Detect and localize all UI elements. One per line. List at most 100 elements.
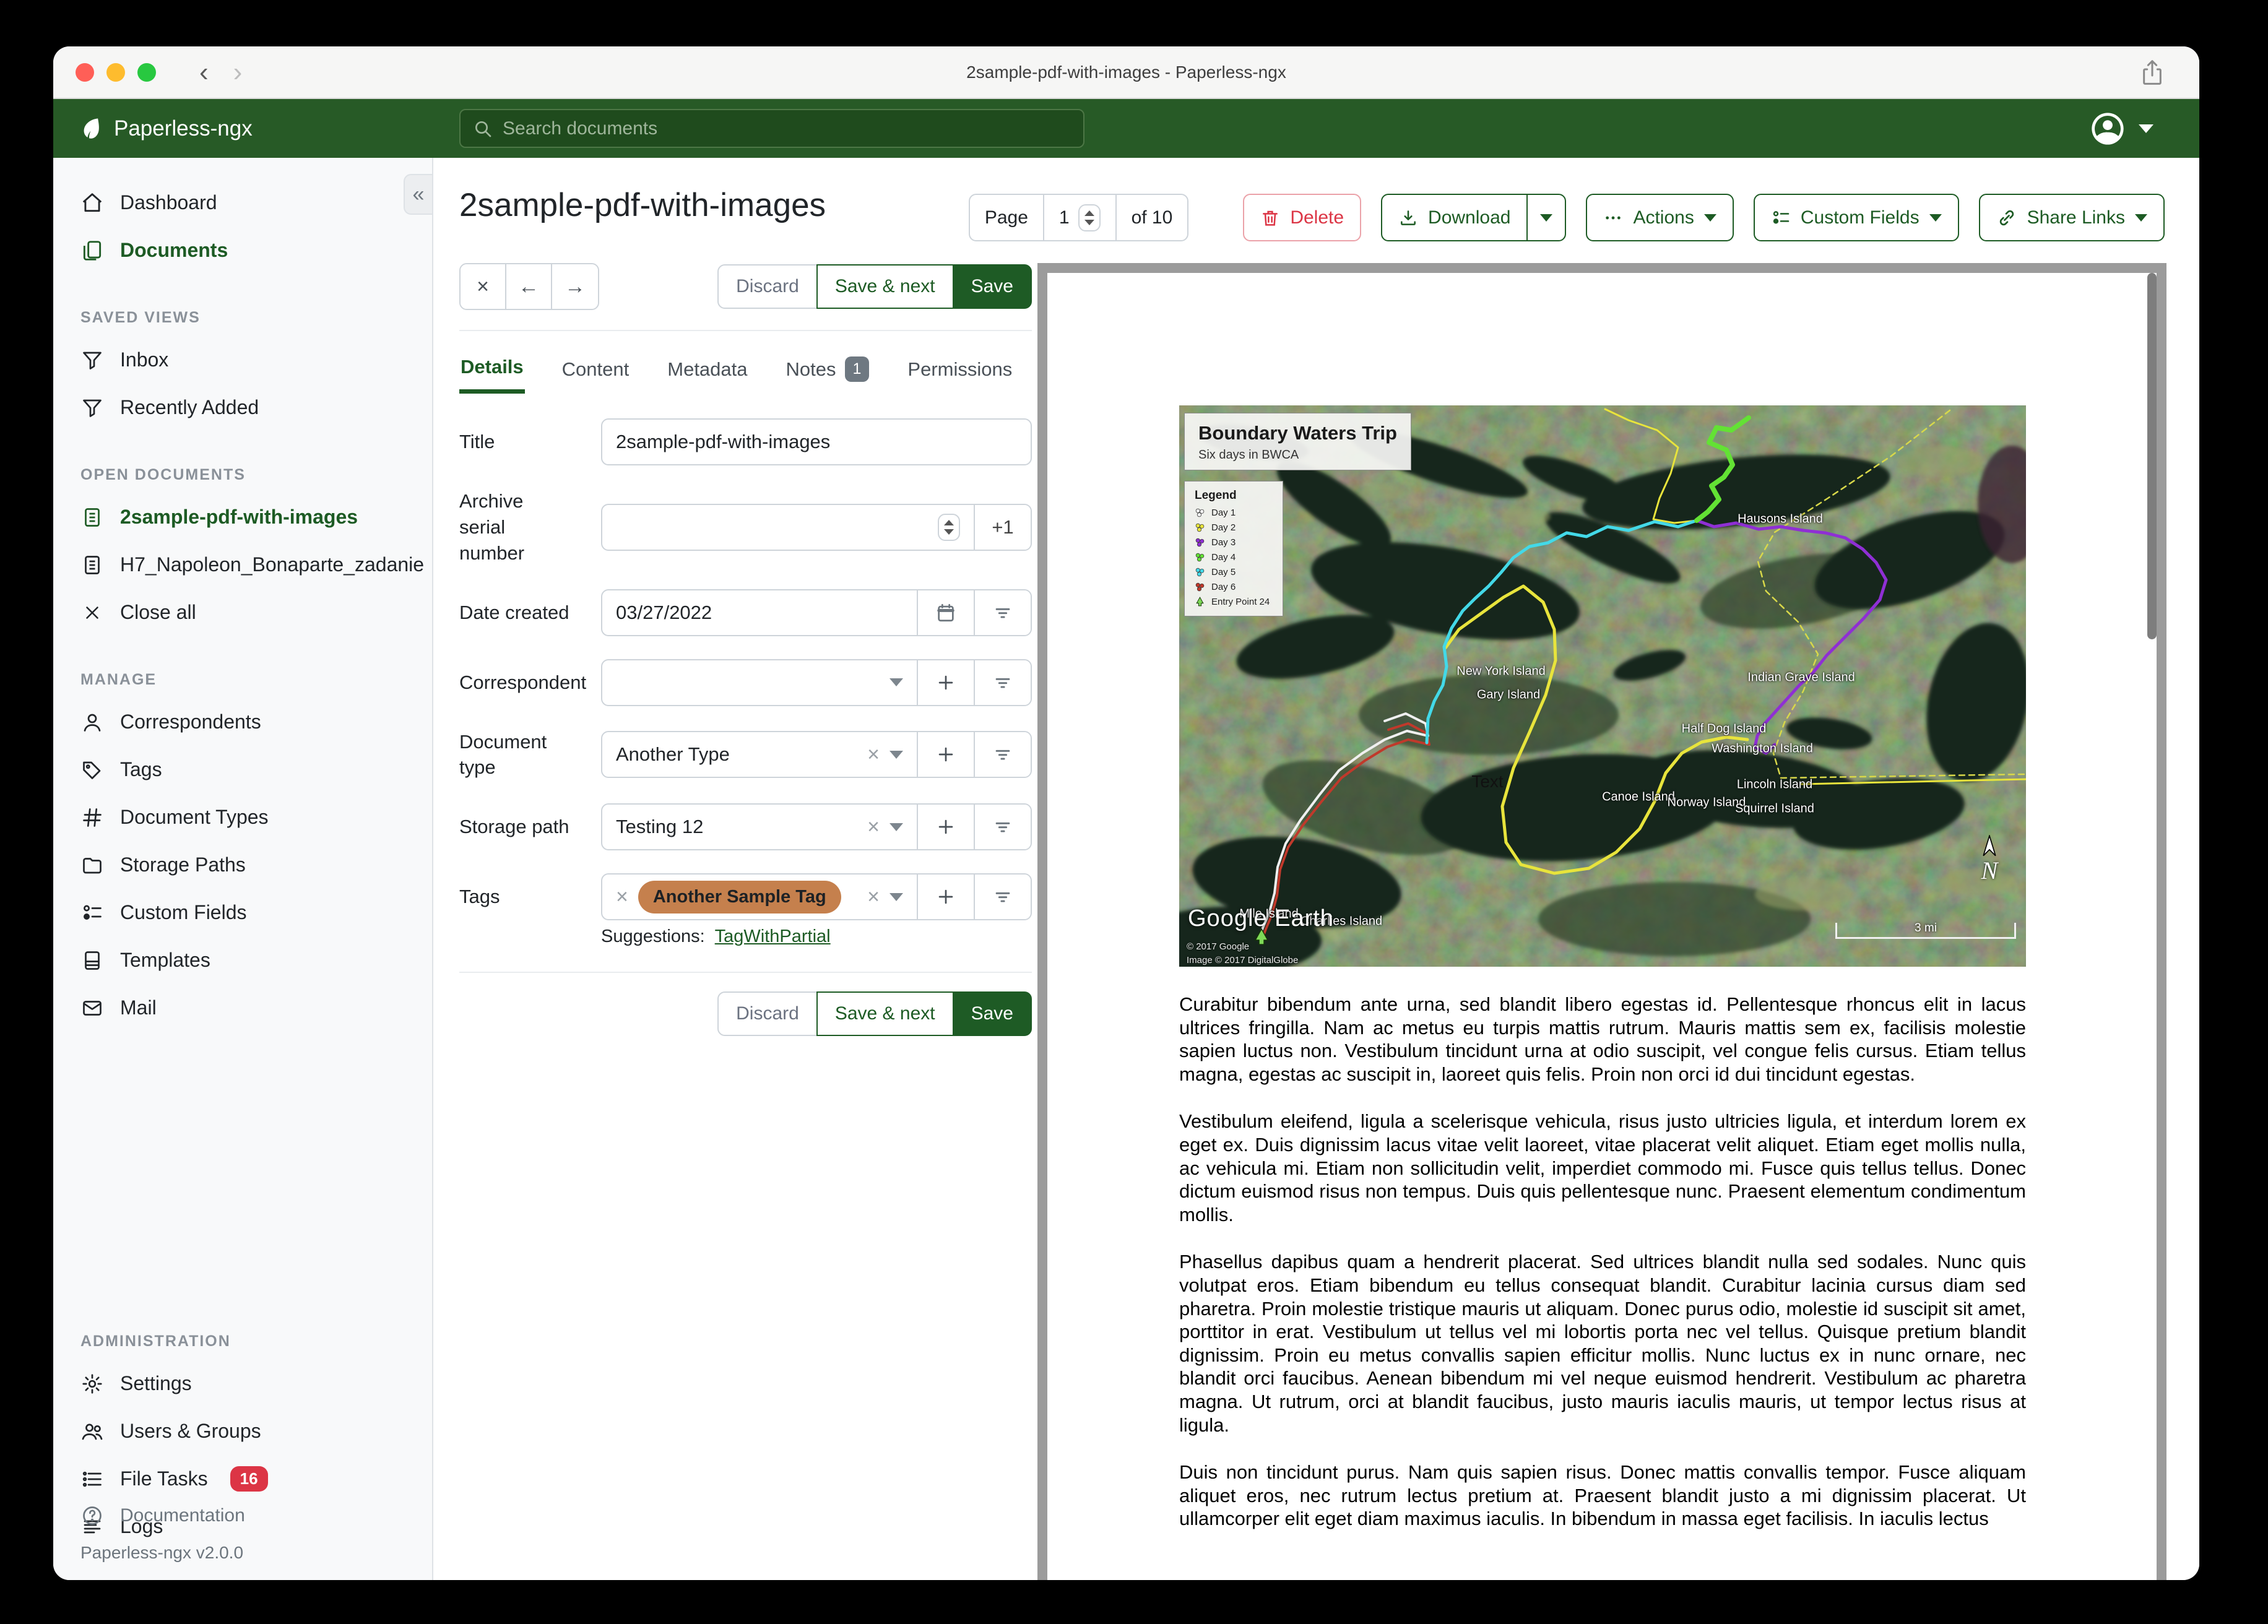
date-filter-button[interactable]: [974, 590, 1031, 635]
tag-chip[interactable]: Another Sample Tag: [638, 880, 841, 914]
asn-increment-button[interactable]: +1: [974, 504, 1031, 550]
sidebar-item-users-groups[interactable]: Users & Groups: [53, 1407, 432, 1455]
save-button[interactable]: Save: [952, 264, 1032, 309]
map-figure: Hausons Island New York Island Gary Isla…: [1179, 405, 2026, 967]
route-dots-icon: [1195, 522, 1205, 533]
tab-permissions[interactable]: Permissions: [906, 347, 1013, 394]
sidebar-item-storage-paths[interactable]: Storage Paths: [53, 841, 432, 889]
discard-button-bottom[interactable]: Discard: [717, 991, 818, 1037]
main-content: 2sample-pdf-with-images Page 1 of 10 Del…: [433, 158, 2199, 1580]
remove-tag-icon[interactable]: ×: [616, 886, 628, 907]
add-correspondent-button[interactable]: [917, 660, 974, 705]
storage-path-filter-button[interactable]: [974, 805, 1031, 850]
document-type-label: Document type: [459, 730, 547, 779]
sidebar-item-recently-added[interactable]: Recently Added: [53, 384, 432, 431]
calendar-button[interactable]: [917, 590, 974, 635]
tab-metadata[interactable]: Metadata: [666, 347, 748, 394]
legend-item: Day 2: [1195, 522, 1273, 533]
save-and-next-button-bottom[interactable]: Save & next: [816, 991, 954, 1037]
sidebar-item-templates[interactable]: Templates: [53, 936, 432, 984]
search-input[interactable]: [503, 118, 1071, 139]
suggestion-link[interactable]: TagWithPartial: [715, 926, 831, 947]
page-title: 2sample-pdf-with-images: [459, 187, 826, 223]
sidebar-item-correspondents[interactable]: Correspondents: [53, 698, 432, 746]
save-button-bottom[interactable]: Save: [952, 991, 1032, 1037]
sidebar-item-documentation[interactable]: Documentation: [53, 1492, 432, 1539]
sidebar-item-inbox[interactable]: Inbox: [53, 336, 432, 384]
map-copyright: © 2017 Google: [1187, 941, 1250, 952]
actions-button[interactable]: Actions: [1586, 194, 1734, 241]
plus-icon: [938, 748, 953, 762]
avatar[interactable]: [2090, 111, 2125, 146]
legend-item: Entry Point 24: [1195, 597, 1273, 607]
page-number-field[interactable]: 1: [1042, 195, 1115, 240]
download-split-caret[interactable]: [1526, 195, 1565, 240]
asn-stepper[interactable]: [938, 513, 960, 541]
sidebar-item-close-all[interactable]: Close all: [53, 589, 432, 636]
sidebar-item-mail[interactable]: Mail: [53, 984, 432, 1032]
sidebar-item-document-types[interactable]: Document Types: [53, 793, 432, 841]
sidebar-item-custom-fields[interactable]: Custom Fields: [53, 889, 432, 936]
add-storage-path-button[interactable]: [917, 805, 974, 850]
chevron-down-icon: [889, 750, 903, 759]
download-button[interactable]: Download: [1381, 194, 1567, 241]
correspondent-filter-button[interactable]: [974, 660, 1031, 705]
date-created-input[interactable]: [616, 601, 903, 624]
browser-forward-icon[interactable]: ›: [233, 58, 243, 85]
tab-notes[interactable]: Notes 1: [785, 347, 871, 394]
asn-input[interactable]: [616, 516, 928, 538]
custom-fields-button[interactable]: Custom Fields: [1753, 194, 1959, 241]
clear-icon[interactable]: ×: [867, 816, 880, 837]
share-links-button[interactable]: Share Links: [1978, 194, 2165, 241]
sidebar-item-settings[interactable]: Settings: [53, 1360, 432, 1407]
brand-label: Paperless-ngx: [114, 116, 253, 140]
next-document-button[interactable]: →: [552, 264, 598, 309]
add-document-type-button[interactable]: [917, 732, 974, 777]
brand[interactable]: Paperless-ngx: [77, 116, 253, 142]
sidebar-collapse-button[interactable]: «: [404, 174, 432, 215]
save-and-next-button[interactable]: Save & next: [816, 264, 954, 309]
custom-fields-icon: [1773, 210, 1790, 224]
add-tag-button[interactable]: [917, 875, 974, 920]
share-icon[interactable]: [2140, 59, 2165, 86]
sidebar-item-dashboard[interactable]: Dashboard: [53, 179, 432, 227]
page-stepper[interactable]: [1078, 204, 1101, 231]
close-document-button[interactable]: ×: [461, 264, 506, 309]
discard-button[interactable]: Discard: [717, 264, 818, 309]
storage-path-select[interactable]: Testing 12 ×: [602, 805, 917, 849]
close-window-button[interactable]: [76, 63, 94, 82]
filter-icon: [995, 823, 1010, 832]
previous-document-button[interactable]: ←: [506, 264, 552, 309]
correspondent-select[interactable]: [602, 660, 917, 705]
clear-icon[interactable]: ×: [867, 886, 880, 907]
search-bar[interactable]: [459, 109, 1084, 148]
filter-icon: [995, 678, 1010, 688]
tags-select[interactable]: × Another Sample Tag ×: [602, 875, 917, 919]
sidebar-item-documents[interactable]: Documents: [53, 227, 432, 274]
link-icon: [1999, 210, 2014, 225]
sidebar-item-tags[interactable]: Tags: [53, 746, 432, 793]
editor-tabs: Details Content Metadata Notes 1 Permissi…: [459, 347, 1032, 394]
tab-details[interactable]: Details: [459, 347, 525, 394]
map-text-annotation: Text: [1471, 772, 1504, 791]
sidebar-item-open-doc-1[interactable]: 2sample-pdf-with-images: [53, 493, 432, 541]
document-type-select[interactable]: Another Type ×: [602, 732, 917, 777]
preview-scrollbar[interactable]: [2147, 273, 2157, 639]
zoom-window-button[interactable]: [137, 63, 156, 82]
title-input[interactable]: [616, 431, 1017, 453]
custom-fields-icon: [80, 901, 104, 925]
title-field: [601, 418, 1032, 465]
delete-button[interactable]: Delete: [1243, 194, 1362, 241]
date-created-field: [601, 589, 1032, 636]
sidebar-section-open-documents: OPEN DOCUMENTS: [80, 465, 246, 483]
clear-icon[interactable]: ×: [867, 744, 880, 765]
sidebar-item-open-doc-2[interactable]: H7_Napoleon_Bonaparte_zadanie: [53, 541, 432, 589]
user-menu-caret-icon[interactable]: [2139, 124, 2153, 133]
tab-content[interactable]: Content: [561, 347, 631, 394]
sidebar-section-manage: MANAGE: [80, 670, 157, 688]
document-type-filter-button[interactable]: [974, 732, 1031, 777]
browser-back-icon[interactable]: ‹: [199, 58, 209, 85]
tags-filter-button[interactable]: [974, 875, 1031, 920]
map-label: Gary Island: [1476, 688, 1541, 702]
minimize-window-button[interactable]: [106, 63, 125, 82]
